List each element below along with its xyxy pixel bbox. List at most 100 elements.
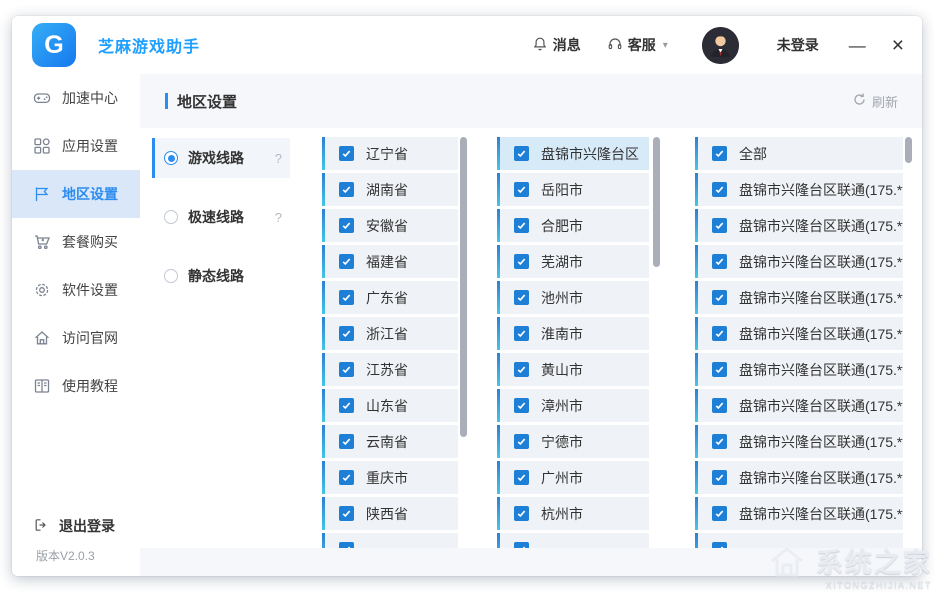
radio-icon[interactable] (164, 269, 178, 283)
server-row[interactable]: 盘锦市兴隆台区联通(175.** (695, 173, 903, 206)
province-row[interactable]: 浙江省 (322, 317, 458, 350)
checkbox-checked-icon[interactable] (712, 254, 727, 269)
messages-button[interactable]: 消息 (532, 35, 581, 55)
checkbox-checked-icon[interactable] (712, 290, 727, 305)
sidebar-item-0[interactable]: 加速中心 (12, 74, 140, 122)
sidebar-item-5[interactable]: 访问官网 (12, 314, 140, 362)
sidebar-item-1[interactable]: 应用设置 (12, 122, 140, 170)
checkbox-checked-icon[interactable] (712, 398, 727, 413)
city-row[interactable]: 广州市 (497, 461, 649, 494)
server-row[interactable]: 盘锦市兴隆台区联通(175.** (695, 209, 903, 242)
checkbox-checked-icon[interactable] (514, 362, 529, 377)
city-row[interactable]: 杭州市 (497, 497, 649, 530)
sidebar-item-3[interactable]: 套餐购买 (12, 218, 140, 266)
checkbox-checked-icon[interactable] (712, 362, 727, 377)
checkbox-checked-icon[interactable] (712, 434, 727, 449)
sidebar-item-6[interactable]: 使用教程 (12, 362, 140, 410)
server-row[interactable]: 盘锦市兴隆台区联通(175.** (695, 389, 903, 422)
checkbox-checked-icon[interactable] (339, 542, 354, 548)
checkbox-checked-icon[interactable] (514, 542, 529, 548)
sidebar-item-4[interactable]: 软件设置 (12, 266, 140, 314)
province-row[interactable]: 福建省 (322, 245, 458, 278)
checkbox-checked-icon[interactable] (339, 290, 354, 305)
radio-icon[interactable] (164, 210, 178, 224)
help-icon[interactable]: ? (275, 210, 282, 225)
server-row[interactable]: 盘锦市兴隆台区联通(175.** (695, 317, 903, 350)
checkbox-checked-icon[interactable] (514, 326, 529, 341)
help-icon[interactable]: ? (275, 151, 282, 166)
server-row[interactable]: 盘锦市兴隆台区联通(175.** (695, 461, 903, 494)
checkbox-checked-icon[interactable] (339, 434, 354, 449)
checkbox-checked-icon[interactable] (514, 434, 529, 449)
checkbox-checked-icon[interactable] (712, 542, 727, 548)
checkbox-checked-icon[interactable] (514, 218, 529, 233)
province-row[interactable]: 湖南省 (322, 173, 458, 206)
checkbox-checked-icon[interactable] (514, 146, 529, 161)
checkbox-checked-icon[interactable] (339, 254, 354, 269)
checkbox-checked-icon[interactable] (514, 506, 529, 521)
checkbox-checked-icon[interactable] (339, 506, 354, 521)
checkbox-checked-icon[interactable] (712, 506, 727, 521)
checkbox-checked-icon[interactable] (712, 470, 727, 485)
checkbox-checked-icon[interactable] (514, 290, 529, 305)
checkbox-checked-icon[interactable] (339, 326, 354, 341)
city-row[interactable] (497, 533, 649, 548)
checkbox-checked-icon[interactable] (712, 146, 727, 161)
province-row[interactable]: 山东省 (322, 389, 458, 422)
city-row[interactable]: 池州市 (497, 281, 649, 314)
checkbox-checked-icon[interactable] (514, 398, 529, 413)
minimize-button[interactable]: — (849, 37, 866, 54)
province-row[interactable] (322, 533, 458, 548)
checkbox-checked-icon[interactable] (712, 182, 727, 197)
server-row[interactable]: 盘锦市兴隆台区联通(175.** (695, 281, 903, 314)
checkbox-checked-icon[interactable] (339, 182, 354, 197)
line-option-1[interactable]: 极速线路? (152, 197, 290, 237)
logout-button[interactable]: 退出登录 (12, 509, 140, 543)
server-row[interactable]: 全部 (695, 137, 903, 170)
server-row[interactable]: 盘锦市兴隆台区联通(175.** (695, 245, 903, 278)
close-button[interactable]: × (892, 35, 904, 56)
sidebar-item-2[interactable]: 地区设置 (12, 170, 140, 218)
city-row[interactable]: 漳州市 (497, 389, 649, 422)
province-row[interactable]: 安徽省 (322, 209, 458, 242)
checkbox-checked-icon[interactable] (514, 254, 529, 269)
scrollbar[interactable] (905, 137, 912, 163)
login-status[interactable]: 未登录 (777, 35, 819, 55)
city-row[interactable]: 岳阳市 (497, 173, 649, 206)
checkbox-checked-icon[interactable] (339, 470, 354, 485)
province-row[interactable]: 云南省 (322, 425, 458, 458)
server-row[interactable] (695, 533, 903, 548)
city-column: 盘锦市兴隆台区岳阳市合肥市芜湖市池州市淮南市黄山市漳州市宁德市广州市杭州市 (497, 137, 660, 548)
city-row[interactable]: 盘锦市兴隆台区 (497, 137, 649, 170)
server-row[interactable]: 盘锦市兴隆台区联通(175.** (695, 353, 903, 386)
province-row[interactable]: 辽宁省 (322, 137, 458, 170)
refresh-button[interactable]: 刷新 (852, 92, 898, 111)
checkbox-checked-icon[interactable] (712, 218, 727, 233)
checkbox-checked-icon[interactable] (514, 182, 529, 197)
checkbox-checked-icon[interactable] (514, 470, 529, 485)
server-row[interactable]: 盘锦市兴隆台区联通(175.** (695, 425, 903, 458)
avatar[interactable] (702, 27, 739, 64)
checkbox-checked-icon[interactable] (339, 146, 354, 161)
checkbox-checked-icon[interactable] (339, 218, 354, 233)
scrollbar[interactable] (460, 137, 467, 437)
province-row[interactable]: 广东省 (322, 281, 458, 314)
province-row[interactable]: 重庆市 (322, 461, 458, 494)
city-row[interactable]: 宁德市 (497, 425, 649, 458)
city-row[interactable]: 黄山市 (497, 353, 649, 386)
province-row[interactable]: 陕西省 (322, 497, 458, 530)
support-button[interactable]: 客服 ▾ (607, 35, 668, 55)
radio-selected-icon[interactable] (164, 151, 178, 165)
line-option-0[interactable]: 游戏线路? (152, 138, 290, 178)
city-row[interactable]: 芜湖市 (497, 245, 649, 278)
checkbox-checked-icon[interactable] (339, 362, 354, 377)
line-option-2[interactable]: 静态线路 (152, 256, 290, 296)
checkbox-checked-icon[interactable] (712, 326, 727, 341)
scrollbar[interactable] (653, 137, 660, 267)
province-row[interactable]: 江苏省 (322, 353, 458, 386)
checkbox-checked-icon[interactable] (339, 398, 354, 413)
city-row[interactable]: 合肥市 (497, 209, 649, 242)
server-row[interactable]: 盘锦市兴隆台区联通(175.** (695, 497, 903, 530)
row-label: 盘锦市兴隆台区联通(175.** (739, 180, 903, 200)
city-row[interactable]: 淮南市 (497, 317, 649, 350)
